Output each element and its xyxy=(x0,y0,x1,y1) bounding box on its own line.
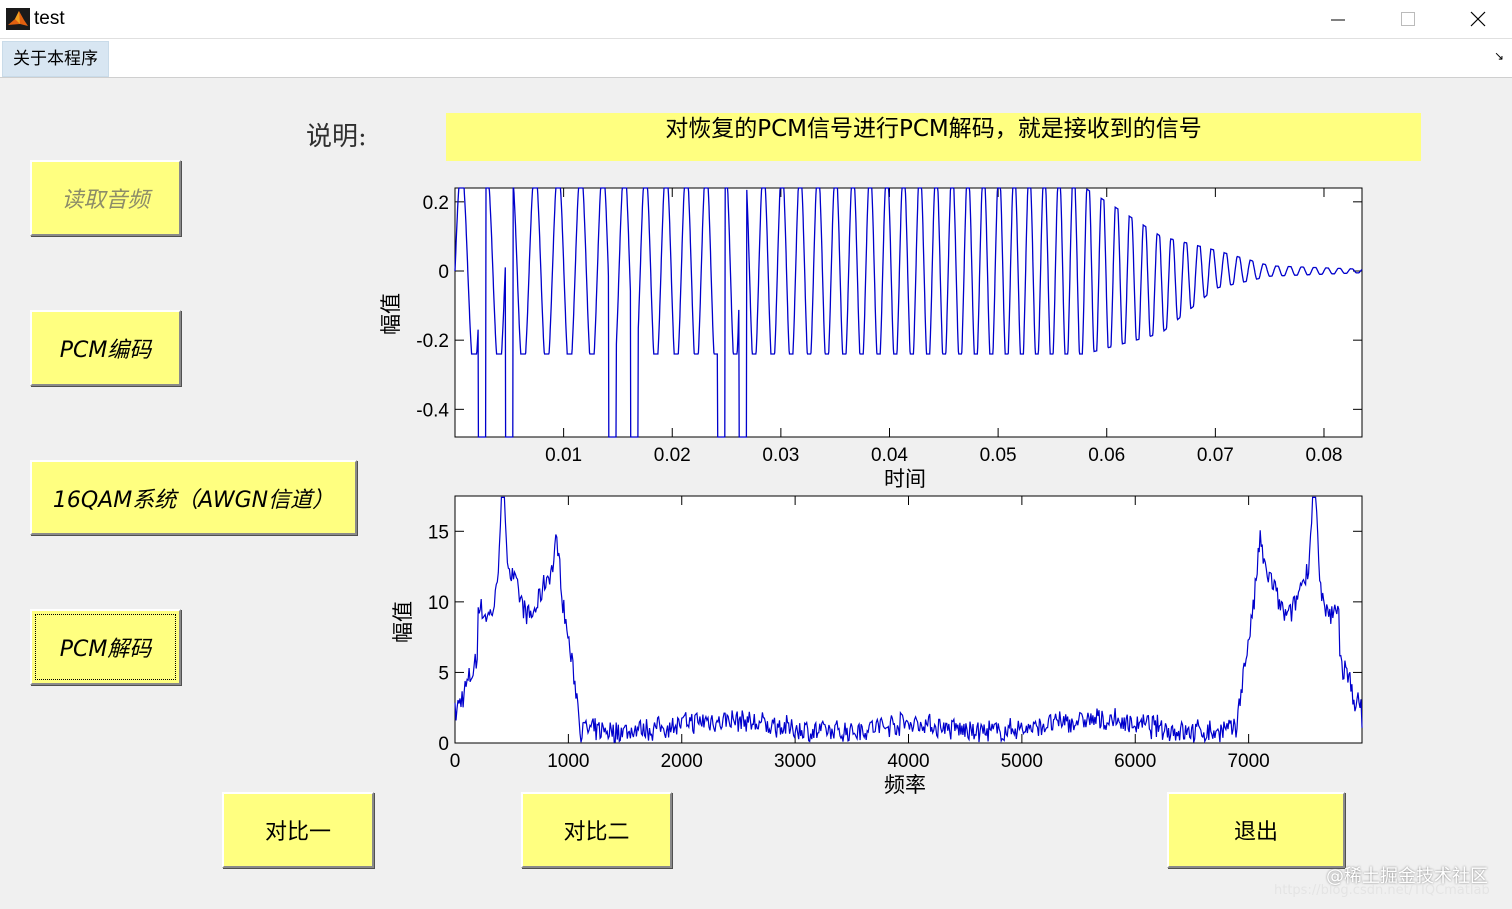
x-tick-label: 0 xyxy=(450,751,461,772)
x-tick-label: 5000 xyxy=(1001,751,1043,772)
maximize-button[interactable] xyxy=(1378,0,1438,38)
x-tick-label: 0.01 xyxy=(545,445,582,466)
spectrum-xlabel: 频率 xyxy=(884,774,926,797)
maximize-icon xyxy=(1401,12,1415,26)
x-tick-label: 0.07 xyxy=(1197,445,1234,466)
qam-system-button[interactable]: 16QAM系统（AWGN信道） xyxy=(30,460,357,535)
exit-button[interactable]: 退出 xyxy=(1167,792,1345,868)
pcm-decode-button[interactable]: PCM解码 xyxy=(30,609,181,685)
y-tick-label: -0.2 xyxy=(416,331,449,352)
x-tick-label: 0.02 xyxy=(654,445,691,466)
x-tick-label: 0.06 xyxy=(1088,445,1125,466)
x-tick-label: 1000 xyxy=(547,751,589,772)
spectrum-line xyxy=(454,496,1363,744)
spectrum-plot: 0 1000 2000 3000 4000 5000 6000 7000 0 5 10 15 频率 幅… xyxy=(392,495,1363,797)
minimize-icon xyxy=(1331,19,1345,21)
y-tick-label: -0.4 xyxy=(416,400,449,421)
minimize-button[interactable] xyxy=(1308,0,1368,38)
spectrum-ylabel: 幅值 xyxy=(392,601,415,643)
time-domain-plot: 0.01 0.02 0.03 0.04 0.05 0.06 0.07 0.08 0.2 0 -0.2… xyxy=(380,187,1363,491)
title-bar: test xyxy=(0,0,1512,39)
x-tick-label: 0.05 xyxy=(980,445,1017,466)
matlab-icon xyxy=(6,8,30,30)
x-tick-label: 4000 xyxy=(887,751,929,772)
close-icon xyxy=(1470,11,1486,27)
dock-arrow-icon[interactable]: ↘ xyxy=(1494,49,1504,63)
y-tick-label: 5 xyxy=(438,663,449,684)
time-xlabel: 时间 xyxy=(884,468,926,491)
x-tick-label: 0.04 xyxy=(871,445,908,466)
time-plot-area xyxy=(454,187,1363,438)
pcm-encode-button[interactable]: PCM编码 xyxy=(30,310,181,386)
compare-two-button[interactable]: 对比二 xyxy=(521,792,672,868)
y-tick-label: 0 xyxy=(438,734,449,755)
x-tick-label: 6000 xyxy=(1114,751,1156,772)
y-tick-label: 15 xyxy=(428,522,449,543)
watermark-url: https://blog.csdn.net/TIQCmatlab xyxy=(1274,883,1490,898)
y-tick-label: 0.2 xyxy=(423,193,449,214)
compare-one-button[interactable]: 对比一 xyxy=(222,792,374,868)
description-text: 对恢复的PCM信号进行PCM解码，就是接收到的信号 xyxy=(446,113,1421,161)
description-label: 说明: xyxy=(306,122,367,152)
menu-bar: 关于本程序 ↘ xyxy=(0,39,1512,78)
x-tick-label: 0.03 xyxy=(762,445,799,466)
x-tick-label: 0.08 xyxy=(1305,445,1342,466)
y-tick-label: 10 xyxy=(428,593,449,614)
window-title: test xyxy=(34,8,65,29)
menu-about[interactable]: 关于本程序 xyxy=(2,41,109,77)
y-tick-label: 0 xyxy=(438,262,449,283)
close-button[interactable] xyxy=(1448,0,1508,38)
time-ylabel: 幅值 xyxy=(380,293,403,335)
x-tick-label: 2000 xyxy=(661,751,703,772)
x-tick-label: 3000 xyxy=(774,751,816,772)
spectrum-plot-area xyxy=(454,495,1363,744)
time-signal-line xyxy=(454,187,1363,438)
x-tick-label: 7000 xyxy=(1227,751,1269,772)
read-audio-button[interactable]: 读取音频 xyxy=(30,160,181,236)
